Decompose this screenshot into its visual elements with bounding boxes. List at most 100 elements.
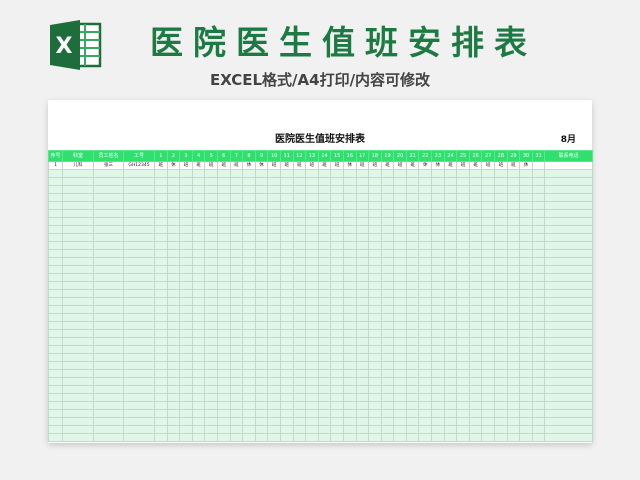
empty-cell xyxy=(279,177,294,186)
empty-cell xyxy=(494,169,508,178)
empty-cell xyxy=(279,401,294,410)
empty-cell xyxy=(531,225,546,234)
table-cell: 班 xyxy=(494,161,508,170)
empty-cell xyxy=(418,273,433,282)
empty-cell xyxy=(330,377,344,386)
empty-cell xyxy=(431,273,445,282)
empty-cell xyxy=(317,169,332,178)
empty-cell xyxy=(216,393,231,402)
empty-cell xyxy=(544,433,593,442)
empty-cell xyxy=(62,217,94,226)
empty-cell xyxy=(154,209,168,218)
empty-cell xyxy=(506,409,521,418)
empty-cell xyxy=(456,369,470,378)
empty-cell xyxy=(393,305,407,314)
empty-row xyxy=(48,433,593,442)
empty-cell xyxy=(519,401,533,410)
empty-cell xyxy=(62,249,94,258)
empty-cell xyxy=(418,361,433,370)
empty-cell xyxy=(418,169,433,178)
empty-cell xyxy=(494,377,508,386)
empty-cell xyxy=(519,225,533,234)
empty-cell xyxy=(216,337,231,346)
column-header: 12 xyxy=(292,150,307,162)
empty-cell xyxy=(431,297,445,306)
empty-cell xyxy=(494,217,508,226)
empty-cell xyxy=(342,289,357,298)
empty-cell xyxy=(431,313,445,322)
empty-cell xyxy=(468,401,483,410)
page-title: 医院医生值班安排表 xyxy=(150,23,537,62)
empty-cell xyxy=(229,433,244,442)
empty-cell xyxy=(62,393,94,402)
table-cell: 班 xyxy=(380,161,395,170)
empty-cell xyxy=(317,185,332,194)
empty-cell xyxy=(62,345,94,354)
empty-cell xyxy=(494,401,508,410)
empty-cell xyxy=(531,361,546,370)
empty-cell xyxy=(380,209,395,218)
empty-cell xyxy=(279,193,294,202)
empty-cell xyxy=(254,241,269,250)
empty-cell xyxy=(292,249,307,258)
empty-cell xyxy=(355,177,370,186)
empty-cell xyxy=(204,329,218,338)
empty-cell xyxy=(317,257,332,266)
empty-cell xyxy=(544,225,593,234)
empty-cell xyxy=(48,185,63,194)
empty-cell xyxy=(292,233,307,242)
empty-cell xyxy=(154,393,168,402)
empty-cell xyxy=(405,425,420,434)
empty-cell xyxy=(166,345,181,354)
empty-cell xyxy=(62,313,94,322)
empty-cell xyxy=(154,329,168,338)
empty-cell xyxy=(544,425,593,434)
empty-cell xyxy=(48,401,63,410)
empty-cell xyxy=(443,297,458,306)
empty-cell xyxy=(166,377,181,386)
empty-row xyxy=(48,289,593,298)
empty-cell xyxy=(544,241,593,250)
empty-cell xyxy=(179,345,193,354)
empty-cell xyxy=(494,297,508,306)
empty-cell xyxy=(380,313,395,322)
empty-cell xyxy=(380,433,395,442)
empty-cell xyxy=(368,409,382,418)
empty-cell xyxy=(519,345,533,354)
empty-cell xyxy=(519,193,533,202)
empty-cell xyxy=(93,201,124,210)
empty-cell xyxy=(405,193,420,202)
empty-row xyxy=(48,185,593,194)
empty-cell xyxy=(443,289,458,298)
empty-cell xyxy=(279,281,294,290)
empty-cell xyxy=(355,257,370,266)
empty-cell xyxy=(380,233,395,242)
empty-cell xyxy=(93,433,124,442)
empty-cell xyxy=(456,401,470,410)
empty-cell xyxy=(355,217,370,226)
empty-cell xyxy=(179,257,193,266)
empty-cell xyxy=(123,297,155,306)
empty-cell xyxy=(267,337,281,346)
empty-cell xyxy=(443,265,458,274)
empty-cell xyxy=(179,281,193,290)
empty-cell xyxy=(443,329,458,338)
empty-cell xyxy=(279,361,294,370)
empty-cell xyxy=(494,289,508,298)
empty-cell xyxy=(317,369,332,378)
empty-cell xyxy=(481,209,496,218)
empty-cell xyxy=(393,281,407,290)
empty-cell xyxy=(93,417,124,426)
empty-cell xyxy=(531,257,546,266)
empty-cell xyxy=(481,329,496,338)
column-header: 13 xyxy=(305,150,319,162)
empty-row xyxy=(48,305,593,314)
empty-cell xyxy=(242,433,256,442)
empty-cell xyxy=(62,209,94,218)
empty-cell xyxy=(330,233,344,242)
empty-cell xyxy=(405,289,420,298)
empty-cell xyxy=(292,329,307,338)
empty-cell xyxy=(443,225,458,234)
empty-cell xyxy=(279,353,294,362)
empty-cell xyxy=(204,177,218,186)
